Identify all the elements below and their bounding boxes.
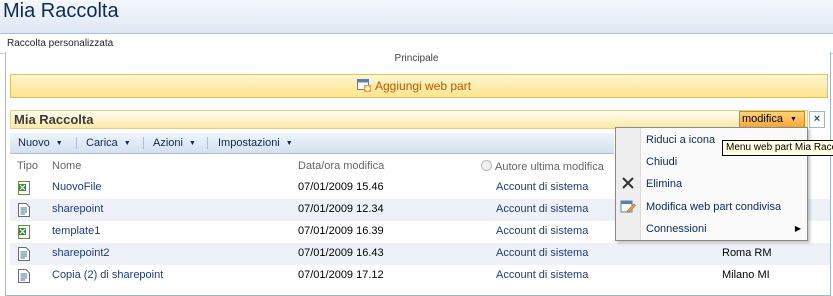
menu-item-close[interactable]: Chiudi (646, 156, 677, 168)
document-icon (18, 269, 30, 283)
description-bar: Raccolta personalizzata (0, 33, 833, 54)
toolbar-divider (143, 137, 144, 149)
file-location: Roma RM (722, 247, 772, 259)
chevron-down-icon: ▼ (188, 140, 196, 147)
file-author-link[interactable]: Account di sistema (496, 181, 588, 193)
toolbar-divider (207, 137, 208, 149)
toolbar-upload-menu[interactable]: Carica ▼ (86, 137, 131, 149)
web-part-menu-button[interactable]: modifica ▼ (739, 111, 805, 128)
toolbar-new-menu[interactable]: Nuovo ▼ (18, 137, 63, 149)
chevron-down-icon: ▼ (790, 116, 797, 123)
add-web-part-bar[interactable]: Aggiungi web part (10, 74, 828, 98)
chevron-down-icon: ▼ (123, 140, 131, 147)
web-part-menu-label: modifica (742, 113, 783, 125)
page-title: Mia Raccolta (3, 0, 119, 22)
file-modified: 07/01/2009 12.34 (298, 203, 384, 215)
column-header-type[interactable]: Tipo (17, 160, 38, 172)
document-icon (18, 203, 30, 217)
table-row: Copia (2) di sharepoint 07/01/2009 17.12… (10, 265, 830, 287)
toolbar-settings-label: Impostazioni (218, 137, 280, 149)
submenu-arrow-icon: ▶ (794, 224, 801, 233)
file-modified: 07/01/2009 15.46 (298, 181, 384, 193)
chevron-down-icon: ▼ (285, 140, 293, 147)
toolbar-actions-label: Azioni (153, 137, 183, 149)
toolbar-new-label: Nuovo (18, 137, 50, 149)
file-author-link[interactable]: Account di sistema (496, 203, 588, 215)
menu-item-edit-shared[interactable]: Modifica web part condivisa (646, 201, 781, 213)
column-header-modified[interactable]: Data/ora modifica (298, 160, 384, 172)
excel-file-icon (18, 225, 30, 239)
file-author-link[interactable]: Account di sistema (496, 247, 588, 259)
list-toolbar: Nuovo ▼ Carica ▼ Azioni ▼ Impostazioni ▼ (10, 133, 614, 154)
add-web-part-icon (357, 79, 371, 92)
toolbar-upload-label: Carica (86, 137, 118, 149)
menu-item-minimize[interactable]: Riduci a icona (646, 134, 715, 146)
zone-label: Principale (394, 53, 439, 64)
column-header-author-label: Autore ultima modifica (495, 161, 604, 173)
excel-file-icon (18, 181, 30, 195)
file-name-link[interactable]: sharepoint (52, 203, 103, 215)
toolbar-actions-menu[interactable]: Azioni ▼ (153, 137, 196, 149)
menu-item-connections[interactable]: Connessioni (646, 223, 707, 235)
add-web-part-link[interactable]: Aggiungi web part (375, 79, 471, 93)
delete-icon (622, 177, 634, 189)
file-location: Milano MI (722, 269, 770, 281)
web-part-title: Mia Raccolta (14, 112, 94, 127)
menu-item-delete[interactable]: Elimina (646, 178, 682, 190)
toolbar-settings-menu[interactable]: Impostazioni ▼ (218, 137, 293, 149)
file-modified: 07/01/2009 16.39 (298, 225, 384, 237)
close-web-part-button[interactable]: × (809, 111, 825, 128)
edit-web-part-icon (620, 200, 636, 213)
file-author-link[interactable]: Account di sistema (496, 269, 588, 281)
file-name-link[interactable]: sharepoint2 (52, 247, 110, 259)
column-header-name[interactable]: Nome (52, 160, 81, 172)
column-header-author[interactable]: Autore ultima modifica (481, 160, 604, 173)
title-bar: Mia Raccolta (0, 0, 833, 33)
page-description: Raccolta personalizzata (7, 38, 114, 49)
presence-icon (481, 160, 492, 171)
table-row: sharepoint2 07/01/2009 16.43 Account di … (10, 243, 830, 265)
file-name-link[interactable]: template1 (52, 225, 100, 237)
file-name-link[interactable]: NuovoFile (52, 181, 102, 193)
chevron-down-icon: ▼ (55, 140, 63, 147)
file-author-link[interactable]: Account di sistema (496, 225, 588, 237)
tooltip: Menu web part Mia Raccolta (722, 140, 833, 156)
file-name-link[interactable]: Copia (2) di sharepoint (52, 269, 163, 281)
file-modified: 07/01/2009 17.12 (298, 269, 384, 281)
document-icon (18, 247, 30, 261)
file-modified: 07/01/2009 16.43 (298, 247, 384, 259)
toolbar-divider (76, 137, 77, 149)
